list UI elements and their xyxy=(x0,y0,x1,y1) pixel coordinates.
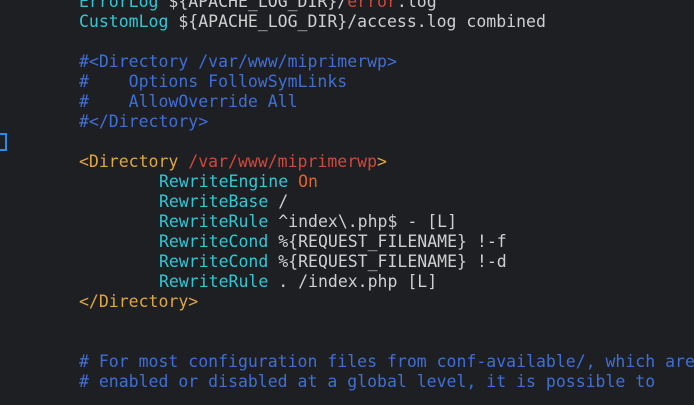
code-line: RewriteCond %{REQUEST_FILENAME} !-d xyxy=(159,252,507,272)
code-line: RewriteBase / xyxy=(159,192,288,212)
code-line: RewriteEngine On xyxy=(159,172,318,192)
code-token: ${APACHE_LOG_DIR}/ xyxy=(158,0,348,11)
terminal-editor[interactable]: ErrorLog ${APACHE_LOG_DIR}/error.log Cust… xyxy=(0,0,694,405)
code-token: ${APACHE_LOG_DIR}/access.log combined xyxy=(168,12,546,31)
code-line: #<Directory /var/www/miprimerwp> xyxy=(79,52,397,72)
code-token: # AllowOverride All xyxy=(79,92,298,111)
code-token: . /index.php [L] xyxy=(268,272,438,291)
code-token: RewriteRule xyxy=(159,212,269,231)
code-token: RewriteEngine xyxy=(159,172,289,191)
code-token: RewriteCond xyxy=(159,232,269,251)
code-token: </Directory> xyxy=(79,292,199,311)
code-token: RewriteCond xyxy=(159,252,269,271)
code-token: #<Directory /var/www/miprimerwp> xyxy=(79,52,397,71)
code-line: RewriteRule ^index\.php$ - [L] xyxy=(159,212,457,232)
code-line: # For most configuration files from conf… xyxy=(79,352,694,372)
code-token: RewriteBase xyxy=(159,192,269,211)
code-token: ErrorLog xyxy=(79,0,159,11)
code-line: <Directory /var/www/miprimerwp> xyxy=(79,152,387,172)
code-line: </Directory> xyxy=(79,292,198,312)
code-token: %{REQUEST_FILENAME} !-f xyxy=(268,232,507,251)
code-token: ^index\.php$ - [L] xyxy=(268,212,458,231)
code-token: # enabled or disabled at a global level,… xyxy=(79,372,656,391)
code-token: > xyxy=(377,152,387,171)
code-token: RewriteRule xyxy=(159,272,269,291)
code-line: #</Directory> xyxy=(79,112,208,132)
code-line: # AllowOverride All xyxy=(79,92,298,112)
code-token: # Options FollowSymLinks xyxy=(79,72,348,91)
code-token: # For most configuration files from conf… xyxy=(79,352,694,371)
code-token: .log xyxy=(396,0,437,11)
code-line: CustomLog ${APACHE_LOG_DIR}/access.log c… xyxy=(79,12,546,32)
code-line: # Options FollowSymLinks xyxy=(79,72,347,92)
code-token: CustomLog xyxy=(79,12,169,31)
code-token: <Directory xyxy=(79,152,189,171)
code-token: #</Directory> xyxy=(79,112,209,131)
code-line: RewriteCond %{REQUEST_FILENAME} !-f xyxy=(159,232,507,252)
code-token: /var/www/miprimerwp xyxy=(188,152,378,171)
editor-gutter xyxy=(0,0,18,405)
text-cursor xyxy=(0,133,7,151)
code-token: On xyxy=(298,172,318,191)
code-token: error xyxy=(347,0,397,11)
code-token: %{REQUEST_FILENAME} !-d xyxy=(268,252,507,271)
code-line: RewriteRule . /index.php [L] xyxy=(159,272,437,292)
code-line: ErrorLog ${APACHE_LOG_DIR}/error.log xyxy=(79,0,437,12)
code-token: / xyxy=(268,192,289,211)
code-line: # enabled or disabled at a global level,… xyxy=(79,372,655,392)
